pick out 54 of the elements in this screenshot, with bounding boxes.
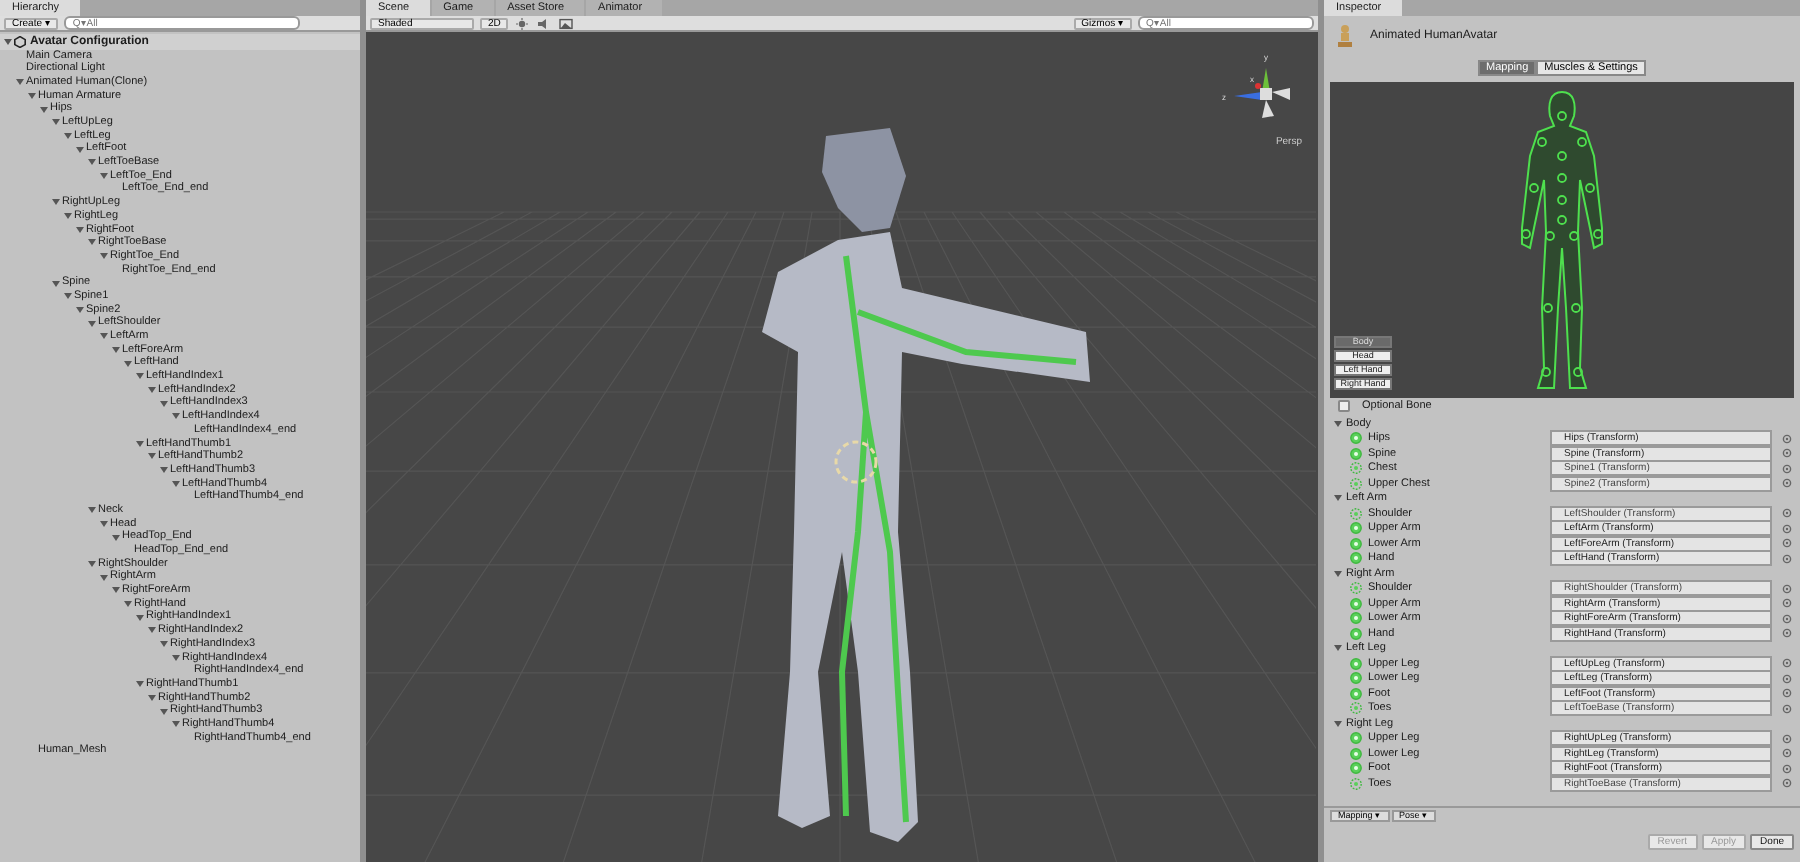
foldout-arrow-icon[interactable] bbox=[1334, 419, 1342, 428]
expand-arrow-icon[interactable] bbox=[172, 412, 182, 421]
expand-arrow-icon[interactable] bbox=[76, 305, 86, 314]
expand-arrow-icon[interactable] bbox=[172, 720, 182, 729]
expand-arrow-icon[interactable] bbox=[160, 399, 170, 408]
foldout-arrow-icon[interactable] bbox=[1334, 644, 1342, 653]
expand-arrow-icon[interactable] bbox=[88, 238, 98, 247]
expand-arrow-icon[interactable] bbox=[124, 600, 134, 609]
expand-arrow-icon[interactable] bbox=[88, 559, 98, 568]
expand-arrow-icon[interactable] bbox=[52, 279, 62, 288]
expand-arrow-icon[interactable] bbox=[160, 466, 170, 475]
expand-arrow-icon[interactable] bbox=[124, 359, 134, 368]
expand-arrow-icon[interactable] bbox=[76, 145, 86, 154]
avatar-icon bbox=[1336, 24, 1354, 48]
expand-arrow-icon[interactable] bbox=[64, 292, 74, 301]
expand-arrow-icon[interactable] bbox=[172, 479, 182, 488]
expand-arrow-icon[interactable] bbox=[112, 345, 122, 354]
expand-arrow-icon[interactable] bbox=[100, 172, 110, 181]
expand-arrow-icon[interactable] bbox=[148, 386, 158, 395]
expand-arrow-icon[interactable] bbox=[4, 37, 14, 46]
expand-arrow-icon[interactable] bbox=[16, 78, 26, 87]
expand-arrow-icon[interactable] bbox=[136, 613, 146, 622]
expand-arrow-icon[interactable] bbox=[148, 452, 158, 461]
expand-arrow-icon[interactable] bbox=[76, 225, 86, 234]
expand-arrow-icon[interactable] bbox=[112, 533, 122, 542]
expand-arrow-icon[interactable] bbox=[136, 439, 146, 448]
expand-arrow-icon[interactable] bbox=[160, 640, 170, 649]
expand-arrow-icon[interactable] bbox=[100, 332, 110, 341]
expand-arrow-icon[interactable] bbox=[100, 519, 110, 528]
expand-arrow-icon[interactable] bbox=[100, 573, 110, 582]
character-drawing[interactable] bbox=[762, 128, 1090, 842]
expand-arrow-icon[interactable] bbox=[172, 653, 182, 662]
expand-arrow-icon[interactable] bbox=[64, 131, 74, 140]
expand-arrow-icon[interactable] bbox=[52, 118, 62, 127]
checkbox[interactable] bbox=[1338, 400, 1350, 412]
expand-arrow-icon[interactable] bbox=[40, 105, 50, 114]
expand-arrow-icon[interactable] bbox=[52, 198, 62, 207]
expand-arrow-icon[interactable] bbox=[64, 212, 74, 221]
expand-arrow-icon[interactable] bbox=[100, 252, 110, 261]
foldout-arrow-icon[interactable] bbox=[1334, 494, 1342, 503]
expand-arrow-icon[interactable] bbox=[88, 158, 98, 167]
light-icon[interactable] bbox=[514, 17, 531, 29]
expand-arrow-icon[interactable] bbox=[136, 680, 146, 689]
image-icon[interactable] bbox=[558, 17, 575, 29]
expand-arrow-icon[interactable] bbox=[112, 586, 122, 595]
expand-arrow-icon[interactable] bbox=[148, 693, 158, 702]
expand-arrow-icon[interactable] bbox=[28, 91, 38, 100]
foldout-arrow-icon[interactable] bbox=[1334, 719, 1342, 728]
expand-arrow-icon[interactable] bbox=[148, 626, 158, 635]
expand-arrow-icon[interactable] bbox=[136, 372, 146, 381]
foldout-arrow-icon[interactable] bbox=[1334, 569, 1342, 578]
expand-arrow-icon[interactable] bbox=[160, 707, 170, 716]
expand-arrow-icon[interactable] bbox=[88, 319, 98, 328]
expand-arrow-icon[interactable] bbox=[88, 506, 98, 515]
